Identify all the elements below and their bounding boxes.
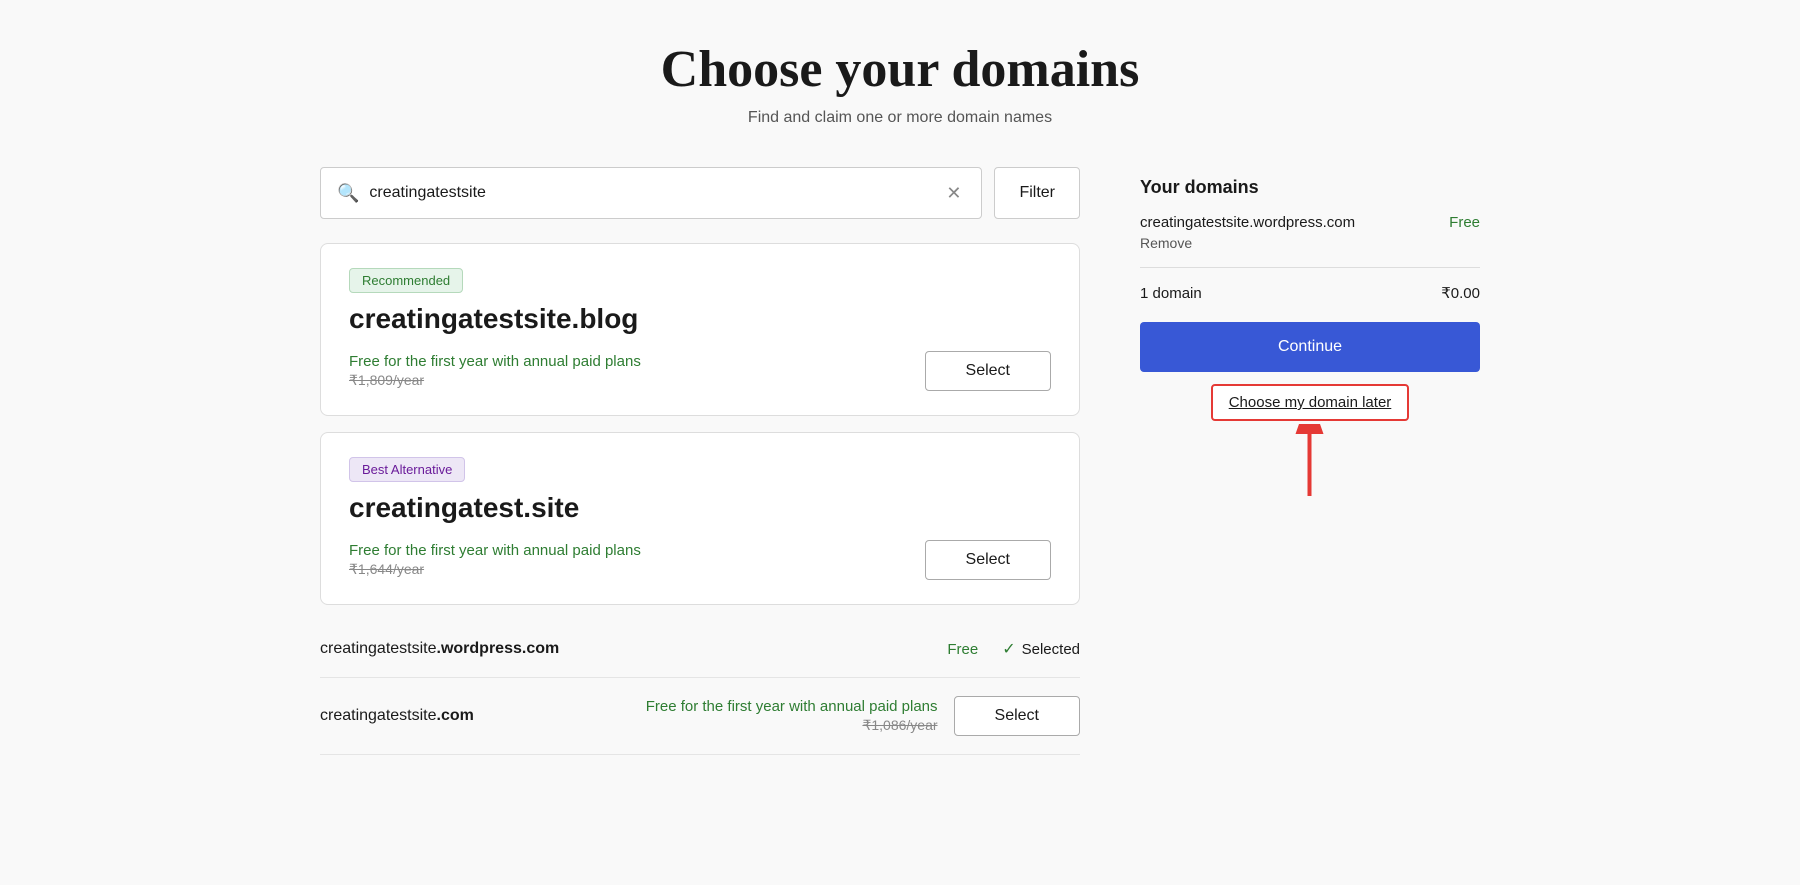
com-free-text: Free for the first year with annual paid… bbox=[646, 698, 938, 715]
selected-label: Selected bbox=[1022, 641, 1080, 658]
page-subtitle: Find and claim one or more domain names bbox=[60, 109, 1740, 127]
recommended-strike-price: ₹1,809/year bbox=[349, 372, 641, 389]
alternative-domain-name: creatingatest.site bbox=[349, 492, 1051, 524]
sidebar: Your domains creatingatestsite.wordpress… bbox=[1140, 167, 1480, 421]
domain-row-com: creatingatestsite.com Free for the first… bbox=[320, 678, 1080, 755]
select-button-alternative[interactable]: Select bbox=[925, 540, 1051, 580]
select-button-recommended[interactable]: Select bbox=[925, 351, 1051, 391]
page-title: Choose your domains bbox=[60, 40, 1740, 99]
check-icon: ✓ bbox=[1002, 639, 1015, 659]
domain-card-recommended: Recommended creatingatestsite.blog Free … bbox=[320, 243, 1080, 416]
recommended-free-text: Free for the first year with annual paid… bbox=[349, 353, 641, 370]
choose-domain-later-link[interactable]: Choose my domain later bbox=[1211, 384, 1410, 421]
alternative-strike-price: ₹1,644/year bbox=[349, 561, 641, 578]
your-domains-title: Your domains bbox=[1140, 177, 1480, 198]
alternative-free-text: Free for the first year with annual paid… bbox=[349, 542, 641, 559]
wordpress-free-badge: Free bbox=[947, 641, 978, 658]
com-strike-price: ₹1,086/year bbox=[862, 717, 937, 734]
total-row: 1 domain ₹0.00 bbox=[1140, 284, 1480, 302]
recommended-badge: Recommended bbox=[349, 268, 463, 293]
domain-later-wrapper: Choose my domain later bbox=[1140, 384, 1480, 421]
search-input[interactable] bbox=[369, 184, 942, 202]
wordpress-domain-name: creatingatestsite.wordpress.com bbox=[320, 640, 931, 658]
search-bar: 🔍 ✕ Filter bbox=[320, 167, 1080, 219]
sidebar-domain-row: creatingatestsite.wordpress.com Free bbox=[1140, 214, 1480, 231]
total-label: 1 domain bbox=[1140, 285, 1202, 302]
alternative-badge: Best Alternative bbox=[349, 457, 465, 482]
domain-search-section: 🔍 ✕ Filter Recommended creatingatestsite… bbox=[320, 167, 1080, 755]
search-icon: 🔍 bbox=[337, 183, 359, 204]
sidebar-domain-free: Free bbox=[1449, 214, 1480, 231]
page-header: Choose your domains Find and claim one o… bbox=[60, 40, 1740, 127]
com-domain-name: creatingatestsite.com bbox=[320, 707, 621, 725]
clear-icon[interactable]: ✕ bbox=[942, 179, 965, 208]
remove-link[interactable]: Remove bbox=[1140, 235, 1480, 251]
total-amount: ₹0.00 bbox=[1441, 284, 1480, 302]
sidebar-domain-name: creatingatestsite.wordpress.com bbox=[1140, 214, 1355, 231]
com-price-info: Free for the first year with annual paid… bbox=[637, 698, 938, 734]
arrow-annotation bbox=[1283, 424, 1338, 504]
alternative-price-info: Free for the first year with annual paid… bbox=[349, 542, 641, 578]
red-arrow-svg bbox=[1283, 424, 1338, 499]
recommended-price-info: Free for the first year with annual paid… bbox=[349, 353, 641, 389]
wordpress-selected-badge: ✓ Selected bbox=[1002, 639, 1080, 659]
continue-button[interactable]: Continue bbox=[1140, 322, 1480, 372]
filter-button[interactable]: Filter bbox=[994, 167, 1080, 219]
recommended-domain-name: creatingatestsite.blog bbox=[349, 303, 1051, 335]
select-button-com[interactable]: Select bbox=[954, 696, 1080, 736]
domain-row-wordpress: creatingatestsite.wordpress.com Free ✓ S… bbox=[320, 621, 1080, 678]
search-input-wrapper[interactable]: 🔍 ✕ bbox=[320, 167, 982, 219]
divider bbox=[1140, 267, 1480, 268]
domain-card-alternative: Best Alternative creatingatest.site Free… bbox=[320, 432, 1080, 605]
